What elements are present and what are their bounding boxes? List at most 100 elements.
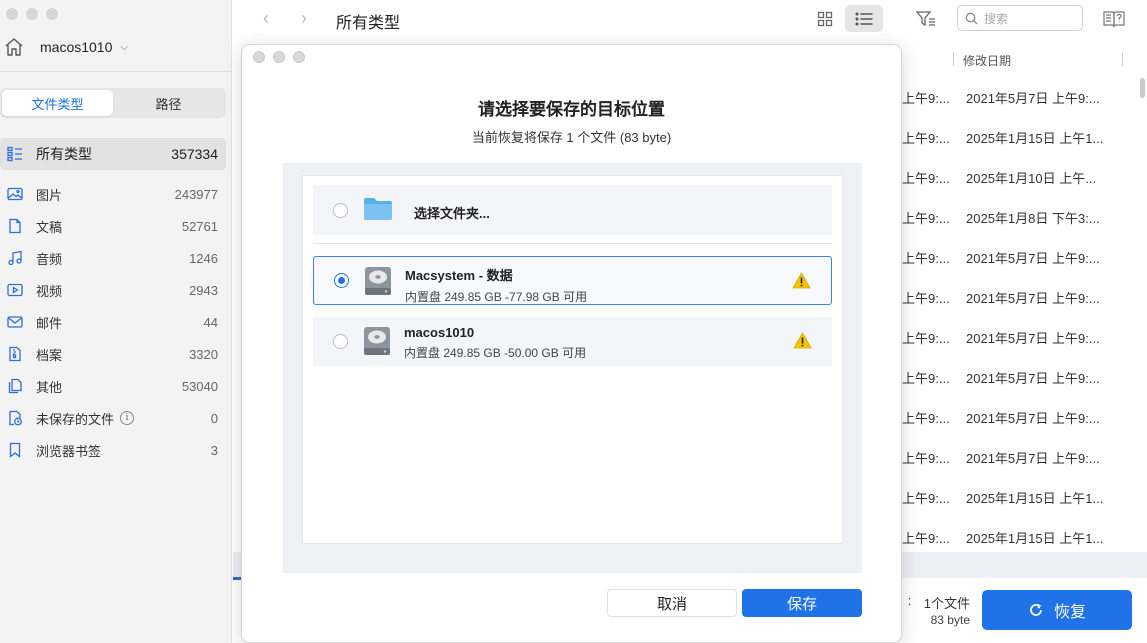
dialog-window-controls xyxy=(253,51,305,63)
table-row[interactable]: 上午9:... 2021年5月7日 上午9:... xyxy=(900,235,1140,275)
destination-panel: 选择文件夹... Macsystem - 数据 内置盘 249.85 GB -7… xyxy=(283,163,862,573)
category-archives[interactable]: 档案 3320 xyxy=(0,338,226,370)
dialog-subtitle: 当前恢复将保存 1 个文件 (83 byte) xyxy=(471,130,672,145)
cell-time: 上午9:... xyxy=(902,491,950,506)
cell-time: 上午9:... xyxy=(902,451,950,466)
unsaved-clock-icon xyxy=(7,410,23,426)
category-unsaved-files[interactable]: 未保存的文件 i 0 xyxy=(0,402,226,434)
volume-option-macos1010[interactable]: macos1010 内置盘 249.85 GB -50.00 GB 可用 xyxy=(313,317,832,366)
table-row[interactable]: 上午9:... 2025年1月15日 上午1... xyxy=(900,115,1140,155)
search-input[interactable]: 搜索 xyxy=(957,5,1083,31)
volume-radio-selected[interactable] xyxy=(334,273,349,288)
table-row[interactable]: 上午9:... 2025年1月15日 上午1... xyxy=(900,475,1140,515)
sidebar: macos1010 ⌵ 文件类型 路径 所有类型 357334 图片 24397… xyxy=(0,0,232,643)
volume-name: macos1010 xyxy=(404,325,475,340)
zoom-window-button[interactable] xyxy=(46,8,58,20)
category-label: 档案 xyxy=(36,347,63,363)
cell-modified: 2021年5月7日 上午9:... xyxy=(966,291,1100,306)
page-title: 所有类型 xyxy=(336,15,401,32)
cell-time: 上午9:... xyxy=(902,171,950,186)
grid-view-button[interactable] xyxy=(806,5,844,32)
volume-info: Macsystem - 数据 内置盘 249.85 GB -77.98 GB 可… xyxy=(405,265,587,305)
volume-option-macsystem[interactable]: Macsystem - 数据 内置盘 249.85 GB -77.98 GB 可… xyxy=(313,256,832,305)
device-selector[interactable]: macos1010 ⌵ xyxy=(4,34,227,60)
dialog-minimize-button[interactable] xyxy=(273,51,285,63)
recover-button[interactable]: 恢复 xyxy=(982,590,1132,630)
category-documents[interactable]: 文稿 52761 xyxy=(0,210,226,242)
back-arrow-icon[interactable]: ‹ xyxy=(263,8,269,29)
cell-time: 上午9:... xyxy=(902,211,950,226)
cell-modified: 2025年1月15日 上午1... xyxy=(966,491,1104,506)
table-row[interactable]: 上午9:... 2021年5月7日 上午9:... xyxy=(900,395,1140,435)
cell-modified: 2021年5月7日 上午9:... xyxy=(966,91,1100,106)
scrollbar-thumb[interactable] xyxy=(1140,78,1145,98)
archive-icon xyxy=(7,346,23,362)
category-mail[interactable]: 邮件 44 xyxy=(0,306,226,338)
table-row[interactable]: 上午9:... 2025年1月10日 上午... xyxy=(900,155,1140,195)
cell-modified: 2025年1月15日 上午1... xyxy=(966,131,1104,146)
volume-info: macos1010 内置盘 249.85 GB -50.00 GB 可用 xyxy=(404,325,586,361)
category-count: 0 xyxy=(210,410,218,426)
hard-drive-icon xyxy=(364,266,392,301)
filter-button[interactable] xyxy=(907,5,945,32)
folder-icon xyxy=(363,197,393,226)
tab-path[interactable]: 路径 xyxy=(113,90,224,116)
selected-size: 83 byte xyxy=(930,613,970,627)
cancel-button[interactable]: 取消 xyxy=(607,589,737,617)
help-book-button[interactable] xyxy=(1095,5,1133,32)
minimize-window-button[interactable] xyxy=(26,8,38,20)
category-count: 3320 xyxy=(189,346,218,362)
category-label: 所有类型 xyxy=(36,146,92,162)
warning-icon[interactable] xyxy=(793,332,812,354)
table-row[interactable]: 上午9:... 2025年1月8日 下午3:... xyxy=(900,195,1140,235)
table-row[interactable]: 上午9:... 2021年5月7日 上午9:... xyxy=(900,435,1140,475)
row-highlight-band xyxy=(900,552,1147,578)
tab-file-type[interactable]: 文件类型 xyxy=(2,90,113,116)
category-images[interactable]: 图片 243977 xyxy=(0,178,226,210)
category-video[interactable]: 视频 2943 xyxy=(0,274,226,306)
table-row[interactable]: 上午9:... 2021年5月7日 上午9:... xyxy=(900,75,1140,115)
category-label: 视频 xyxy=(36,283,63,299)
cell-time: 上午9:... xyxy=(902,131,950,146)
cell-time: 上午9:... xyxy=(902,91,950,106)
table-row[interactable]: 上午9:... 2021年5月7日 上午9:... xyxy=(900,355,1140,395)
view-mode-segmented-control: 文件类型 路径 xyxy=(0,88,226,118)
home-icon[interactable] xyxy=(4,37,24,57)
category-label: 浏览器书签 xyxy=(36,443,102,459)
volume-radio[interactable] xyxy=(333,334,348,349)
music-note-icon xyxy=(7,250,23,266)
cell-time: 上午9:... xyxy=(902,531,950,546)
cell-time: 上午9:... xyxy=(902,411,950,426)
category-other[interactable]: 其他 53040 xyxy=(0,370,226,402)
close-window-button[interactable] xyxy=(6,8,18,20)
column-divider[interactable] xyxy=(953,52,954,66)
table-row[interactable]: 上午9:... 2021年5月7日 上午9:... xyxy=(900,275,1140,315)
category-audio[interactable]: 音频 1246 xyxy=(0,242,226,274)
column-header-modified[interactable]: 修改日期 xyxy=(963,52,1011,69)
cell-modified: 2021年5月7日 上午9:... xyxy=(966,411,1100,426)
save-location-dialog: 请选择要保存的目标位置 当前恢复将保存 1 个文件 (83 byte) 选择文件… xyxy=(241,44,902,643)
column-divider[interactable] xyxy=(1122,52,1123,66)
category-all-types[interactable]: 所有类型 357334 xyxy=(0,138,226,170)
save-button[interactable]: 保存 xyxy=(742,589,862,617)
dialog-zoom-button[interactable] xyxy=(293,51,305,63)
volume-detail: 内置盘 249.85 GB -77.98 GB 可用 xyxy=(405,290,588,304)
warning-icon[interactable] xyxy=(792,272,811,294)
list-grid-icon xyxy=(7,146,23,162)
category-label: 其他 xyxy=(36,379,63,395)
chevron-down-icon[interactable]: ⌵ xyxy=(120,42,128,53)
category-label-text: 未保存的文件 xyxy=(36,411,115,427)
choose-folder-radio[interactable] xyxy=(333,202,348,218)
table-row[interactable]: 上午9:... 2021年5月7日 上午9:... xyxy=(900,315,1140,355)
choose-folder-option[interactable]: 选择文件夹... xyxy=(313,185,832,235)
video-icon xyxy=(7,282,23,298)
info-icon[interactable]: i xyxy=(120,411,135,425)
cell-modified: 2025年1月8日 下午3:... xyxy=(966,211,1100,226)
dialog-title: 请选择要保存的目标位置 xyxy=(478,100,665,119)
cell-modified: 2025年1月15日 上午1... xyxy=(966,531,1104,546)
forward-arrow-icon[interactable]: › xyxy=(301,8,307,29)
category-browser-bookmarks[interactable]: 浏览器书签 3 xyxy=(0,434,226,466)
list-view-button[interactable] xyxy=(845,5,883,32)
table-row[interactable]: 上午9:... 2025年1月15日 上午1... xyxy=(900,515,1140,555)
dialog-close-button[interactable] xyxy=(253,51,265,63)
